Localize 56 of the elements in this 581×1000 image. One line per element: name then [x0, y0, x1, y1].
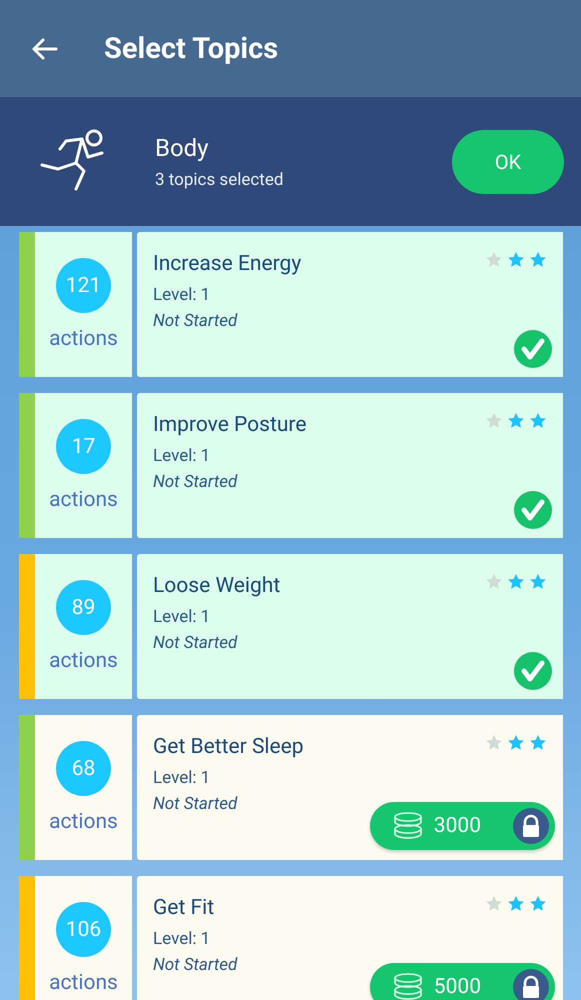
category-name: Body — [155, 134, 210, 162]
actions-label: actions — [49, 327, 118, 351]
star-icon — [485, 412, 503, 429]
topic-title: Get Better Sleep — [153, 735, 304, 759]
action-count: 106 — [56, 902, 111, 957]
star-icon — [529, 412, 547, 429]
actions-label: actions — [49, 810, 118, 834]
checkmark-icon — [514, 652, 552, 690]
topic-title: Loose Weight — [153, 574, 280, 598]
coins-icon — [392, 810, 424, 842]
topic-card[interactable]: Increase Energy Level: 1 Not Started — [137, 232, 563, 377]
topic-title: Improve Posture — [153, 413, 306, 437]
star-icon — [507, 251, 525, 268]
level-label: Level: 1 — [153, 768, 210, 788]
topic-card[interactable]: Loose Weight Level: 1 Not Started — [137, 554, 563, 699]
star-icon — [507, 573, 525, 590]
star-icon — [507, 895, 525, 912]
lock-icon — [513, 808, 549, 844]
topic-card[interactable]: Get Better Sleep Level: 1 Not Started 3000 — [137, 715, 563, 860]
actions-label: actions — [49, 971, 118, 995]
action-count: 17 — [56, 419, 111, 474]
star-icon — [507, 734, 525, 751]
level-label: Level: 1 — [153, 607, 210, 627]
star-icon — [529, 573, 547, 590]
topic-title: Get Fit — [153, 896, 214, 920]
star-icon — [485, 251, 503, 268]
action-count: 89 — [56, 580, 111, 635]
topic-title: Increase Energy — [153, 252, 302, 276]
status-label: Not Started — [153, 472, 238, 492]
checkmark-icon — [514, 330, 552, 368]
screen-title: Select Topics — [104, 32, 278, 66]
status-label: Not Started — [153, 633, 238, 653]
status-label: Not Started — [153, 794, 238, 814]
level-label: Level: 1 — [153, 929, 210, 949]
actions-label: actions — [49, 649, 118, 673]
status-label: Not Started — [153, 311, 238, 331]
level-label: Level: 1 — [153, 446, 210, 466]
star-icon — [529, 895, 547, 912]
star-icon — [485, 895, 503, 912]
checkmark-icon — [514, 491, 552, 529]
coins-icon — [392, 971, 424, 1000]
selection-count: 3 topics selected — [155, 170, 284, 190]
actions-label: actions — [49, 488, 118, 512]
action-count: 121 — [56, 258, 111, 313]
star-icon — [529, 251, 547, 268]
topic-card[interactable]: Improve Posture Level: 1 Not Started — [137, 393, 563, 538]
status-label: Not Started — [153, 955, 238, 975]
level-label: Level: 1 — [153, 285, 210, 305]
lock-icon — [513, 969, 549, 1000]
topic-card[interactable]: Get Fit Level: 1 Not Started 5000 — [137, 876, 563, 1000]
star-icon — [485, 734, 503, 751]
star-icon — [529, 734, 547, 751]
action-count: 68 — [56, 741, 111, 796]
star-icon — [507, 412, 525, 429]
back-arrow-icon[interactable] — [30, 36, 58, 60]
star-icon — [485, 573, 503, 590]
